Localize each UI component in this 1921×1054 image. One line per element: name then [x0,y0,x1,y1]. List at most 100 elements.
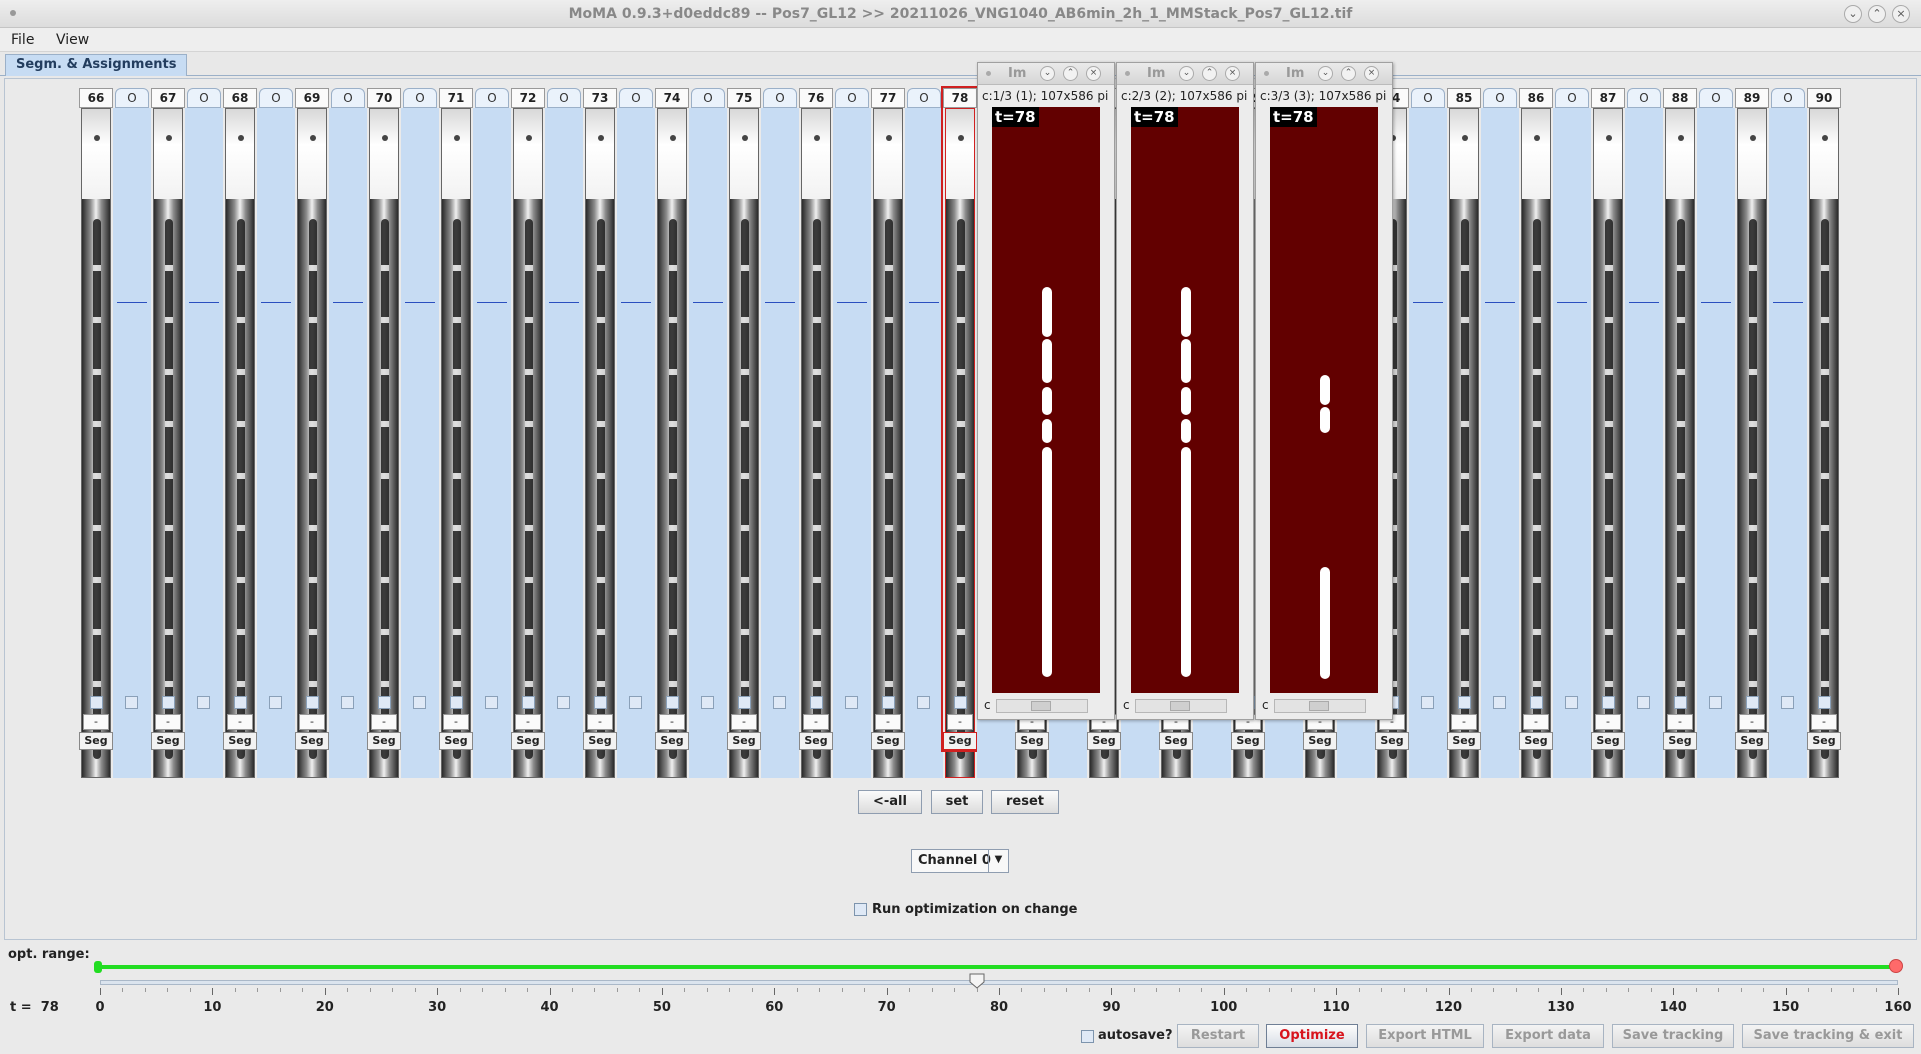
run-optimization-checkbox[interactable] [854,903,867,916]
frame-image[interactable] [1449,108,1479,778]
opt-range-start-handle[interactable] [94,961,102,973]
assignment-tab[interactable]: O [1483,88,1517,108]
seg-button[interactable]: Seg [367,732,401,750]
seg-button[interactable]: Seg [583,732,617,750]
frame-checkbox[interactable] [810,696,823,709]
frame-checkbox[interactable] [306,696,319,709]
assignment-tab[interactable]: O [1771,88,1805,108]
image-window-titlebar[interactable]: Im ⌄ ⌃ × [1117,63,1253,85]
frame-checkbox[interactable] [1674,696,1687,709]
seg-button[interactable]: Seg [1303,732,1337,750]
seg-button[interactable]: Seg [1735,732,1769,750]
assignment-area[interactable] [401,108,439,778]
frame-checkbox[interactable] [522,696,535,709]
frame-count-field[interactable]: - [299,714,325,730]
frame-checkbox[interactable] [882,696,895,709]
assignment-tab[interactable]: O [835,88,869,108]
export-html-button[interactable]: Export HTML [1366,1024,1484,1048]
assignment-checkbox[interactable] [1421,696,1434,709]
frame-count-field[interactable]: - [1811,714,1837,730]
save-tracking-button[interactable]: Save tracking [1612,1024,1734,1048]
reset-button[interactable]: reset [991,790,1059,814]
assignment-checkbox[interactable] [1493,696,1506,709]
image-window[interactable]: Im ⌄ ⌃ × c:3/3 (3); 107x586 pi t=78 c [1255,62,1393,720]
seg-button[interactable]: Seg [1015,732,1049,750]
seg-button[interactable]: Seg [1087,732,1121,750]
seg-button[interactable]: Seg [1807,732,1841,750]
frame-checkbox[interactable] [1458,696,1471,709]
frame-count-field[interactable]: - [1667,714,1693,730]
frame-count-field[interactable]: - [1451,714,1477,730]
seg-button[interactable]: Seg [1591,732,1625,750]
frame-count-field[interactable]: - [155,714,181,730]
assignment-tab[interactable]: O [763,88,797,108]
image-canvas[interactable]: t=78 [1131,107,1239,693]
assignment-tab[interactable]: O [475,88,509,108]
frame-checkbox[interactable] [378,696,391,709]
minimize-icon[interactable]: ⌄ [1318,66,1333,81]
seg-button[interactable]: Seg [871,732,905,750]
frame-count-field[interactable]: - [875,714,901,730]
opt-range-end-handle[interactable] [1889,959,1903,973]
frame-checkbox[interactable] [162,696,175,709]
assignment-tab[interactable]: O [1699,88,1733,108]
assignment-checkbox[interactable] [413,696,426,709]
image-window-titlebar[interactable]: Im ⌄ ⌃ × [978,63,1114,85]
frame-image[interactable] [369,108,399,778]
seg-button[interactable]: Seg [799,732,833,750]
frame-count-field[interactable]: - [443,714,469,730]
frame-count-field[interactable]: - [659,714,685,730]
autosave-checkbox[interactable] [1081,1030,1094,1043]
window-menu-icon[interactable] [1125,71,1130,76]
assignment-checkbox[interactable] [197,696,210,709]
assignment-area[interactable] [185,108,223,778]
assignment-tab[interactable]: O [1555,88,1589,108]
frame-checkbox[interactable] [1530,696,1543,709]
save-tracking-exit-button[interactable]: Save tracking & exit [1742,1024,1914,1048]
assignment-checkbox[interactable] [629,696,642,709]
channel-scrollbar[interactable]: c [982,697,1112,715]
assignment-area[interactable] [617,108,655,778]
frame-image[interactable] [81,108,111,778]
assignment-area[interactable] [833,108,871,778]
frame-count-field[interactable]: - [1595,714,1621,730]
set-button[interactable]: set [931,790,983,814]
frame-image[interactable] [1521,108,1551,778]
frame-checkbox[interactable] [1818,696,1831,709]
assignment-checkbox[interactable] [125,696,138,709]
close-icon[interactable]: × [1086,66,1101,81]
assignment-area[interactable] [761,108,799,778]
assignment-area[interactable] [473,108,511,778]
frame-count-field[interactable]: - [227,714,253,730]
seg-button[interactable]: Seg [439,732,473,750]
close-icon[interactable]: × [1364,66,1379,81]
assignment-area[interactable] [1697,108,1735,778]
opt-range-slider[interactable] [94,959,1903,973]
assignment-area[interactable] [545,108,583,778]
image-canvas[interactable]: t=78 [992,107,1100,693]
frame-checkbox[interactable] [666,696,679,709]
assignment-tab[interactable]: O [115,88,149,108]
assignment-tab[interactable]: O [691,88,725,108]
seg-button[interactable]: Seg [295,732,329,750]
frame-image[interactable] [873,108,903,778]
assignment-checkbox[interactable] [485,696,498,709]
minimize-icon[interactable]: ⌄ [1040,66,1055,81]
all-button[interactable]: <-all [858,790,922,814]
assignment-checkbox[interactable] [341,696,354,709]
assignment-checkbox[interactable] [845,696,858,709]
channel-select[interactable]: Channel 0 ▼ [911,849,1009,873]
assignment-tab[interactable]: O [1627,88,1661,108]
frame-count-field[interactable]: - [371,714,397,730]
assignment-area[interactable] [257,108,295,778]
assignment-checkbox[interactable] [701,696,714,709]
frame-image[interactable] [729,108,759,778]
window-menu-icon[interactable] [986,71,991,76]
seg-button[interactable]: Seg [655,732,689,750]
assignment-tab[interactable]: O [619,88,653,108]
frame-image[interactable] [1809,108,1839,778]
frame-image[interactable] [1737,108,1767,778]
seg-button[interactable]: Seg [79,732,113,750]
assignment-area[interactable] [905,108,943,778]
assignment-checkbox[interactable] [773,696,786,709]
